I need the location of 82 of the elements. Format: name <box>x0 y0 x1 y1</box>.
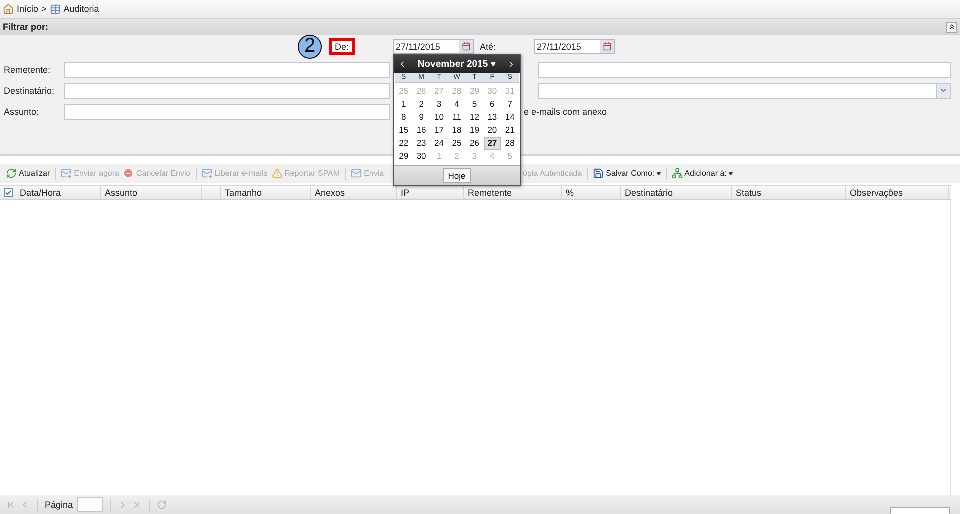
toolbar-button[interactable]: Atualizar <box>4 168 52 179</box>
column-header[interactable]: % <box>562 186 621 199</box>
date-field[interactable]: 27/11/2015 <box>534 39 615 54</box>
today-button[interactable]: Hoje <box>443 168 471 183</box>
calendar-day[interactable]: 2 <box>412 98 430 111</box>
chevron-down-icon <box>939 86 948 95</box>
calendar-icon[interactable] <box>459 40 473 53</box>
envelope-icon <box>351 168 362 179</box>
column-header[interactable]: Observações <box>846 186 949 199</box>
field-label: Destinatário: <box>3 86 56 96</box>
calendar-day[interactable]: 24 <box>430 137 448 150</box>
calendar-day[interactable]: 5 <box>466 98 484 111</box>
warning-icon <box>272 168 283 179</box>
column-header[interactable]: Destinatário <box>621 186 732 199</box>
refresh-icon <box>6 168 17 179</box>
page-label: Página <box>45 500 74 510</box>
input-field[interactable] <box>64 104 390 120</box>
calendar-day[interactable]: 21 <box>501 124 519 137</box>
calendar-day[interactable]: 17 <box>430 124 448 137</box>
first-page-icon[interactable] <box>6 500 16 510</box>
column-header[interactable]: Data/Hora <box>16 186 101 199</box>
calendar-day[interactable]: 30 <box>412 150 430 163</box>
calendar-day[interactable]: 25 <box>448 137 466 150</box>
column-header[interactable]: Tamanho <box>221 186 311 199</box>
field-label: Remetente: <box>3 64 52 74</box>
input-field[interactable] <box>64 82 390 98</box>
field-label: Assunto: <box>3 106 40 116</box>
envelope-icon <box>202 168 213 179</box>
calendar-day[interactable]: 7 <box>501 98 519 111</box>
envelope-icon <box>61 168 72 179</box>
calendar-day[interactable]: 4 <box>448 98 466 111</box>
save-icon <box>593 168 604 179</box>
annotation-number: 2 <box>298 34 322 58</box>
calendar-day[interactable]: 27 <box>484 137 502 150</box>
hierarchy-icon <box>672 168 683 179</box>
table-icon <box>50 4 61 14</box>
calendar-day[interactable]: 28 <box>501 137 519 150</box>
calendar-day[interactable]: 8 <box>395 111 413 124</box>
calendar-day[interactable]: 11 <box>448 111 466 124</box>
calendar-day[interactable]: 19 <box>466 124 484 137</box>
calendar-day[interactable]: 1 <box>395 98 413 111</box>
calendar-day[interactable]: 14 <box>501 111 519 124</box>
calendar-day[interactable]: 23 <box>412 137 430 150</box>
toolbar-button[interactable]: Salvar Como: <box>591 168 663 179</box>
calendar-day[interactable]: 22 <box>395 137 413 150</box>
breadcrumb-separator: > <box>42 4 47 14</box>
refresh-icon[interactable] <box>157 500 168 510</box>
date-field[interactable]: 27/11/2015 <box>393 39 474 54</box>
checkbox-label: e e-mails com anexo <box>524 106 608 116</box>
input-field[interactable] <box>538 62 951 78</box>
calendar-day[interactable]: 16 <box>412 124 430 137</box>
filter-title: Filtrar por: <box>3 22 49 32</box>
calendar-day[interactable]: 18 <box>448 124 466 137</box>
highlighted-label: De: <box>329 38 355 55</box>
calendar-day[interactable]: 6 <box>484 98 502 111</box>
calendar-day[interactable]: 20 <box>484 124 502 137</box>
checkbox[interactable] <box>4 188 12 197</box>
calendar-day[interactable]: 15 <box>395 124 413 137</box>
calendar-day[interactable]: 9 <box>412 111 430 124</box>
column-header[interactable]: Status <box>732 186 846 199</box>
calendar-day[interactable]: 26 <box>466 137 484 150</box>
calendar-day[interactable]: 12 <box>466 111 484 124</box>
breadcrumb-current: Auditoria <box>64 4 100 14</box>
select-field[interactable] <box>538 82 951 98</box>
field-label: Até: <box>479 42 498 52</box>
page-input[interactable] <box>77 497 104 512</box>
calendar-day[interactable]: 10 <box>430 111 448 124</box>
calendar-day[interactable]: 3 <box>430 98 448 111</box>
calendar-icon[interactable] <box>600 40 614 53</box>
breadcrumb-link[interactable]: Início <box>17 4 39 14</box>
calendar-day[interactable]: 13 <box>484 111 502 124</box>
last-page-icon[interactable] <box>132 500 142 510</box>
double-chevron-up-icon <box>948 23 956 31</box>
input-field[interactable] <box>64 62 390 78</box>
caret-icon <box>491 62 496 66</box>
previous-month-icon[interactable] <box>398 60 407 68</box>
column-header[interactable]: Assunto <box>101 186 202 199</box>
calendar-day[interactable]: 29 <box>395 150 413 163</box>
minus-circle-icon <box>123 168 134 179</box>
collapse-button[interactable] <box>946 22 957 32</box>
home-icon <box>3 4 14 14</box>
toolbar-button[interactable]: Adicionar à: <box>670 168 735 179</box>
